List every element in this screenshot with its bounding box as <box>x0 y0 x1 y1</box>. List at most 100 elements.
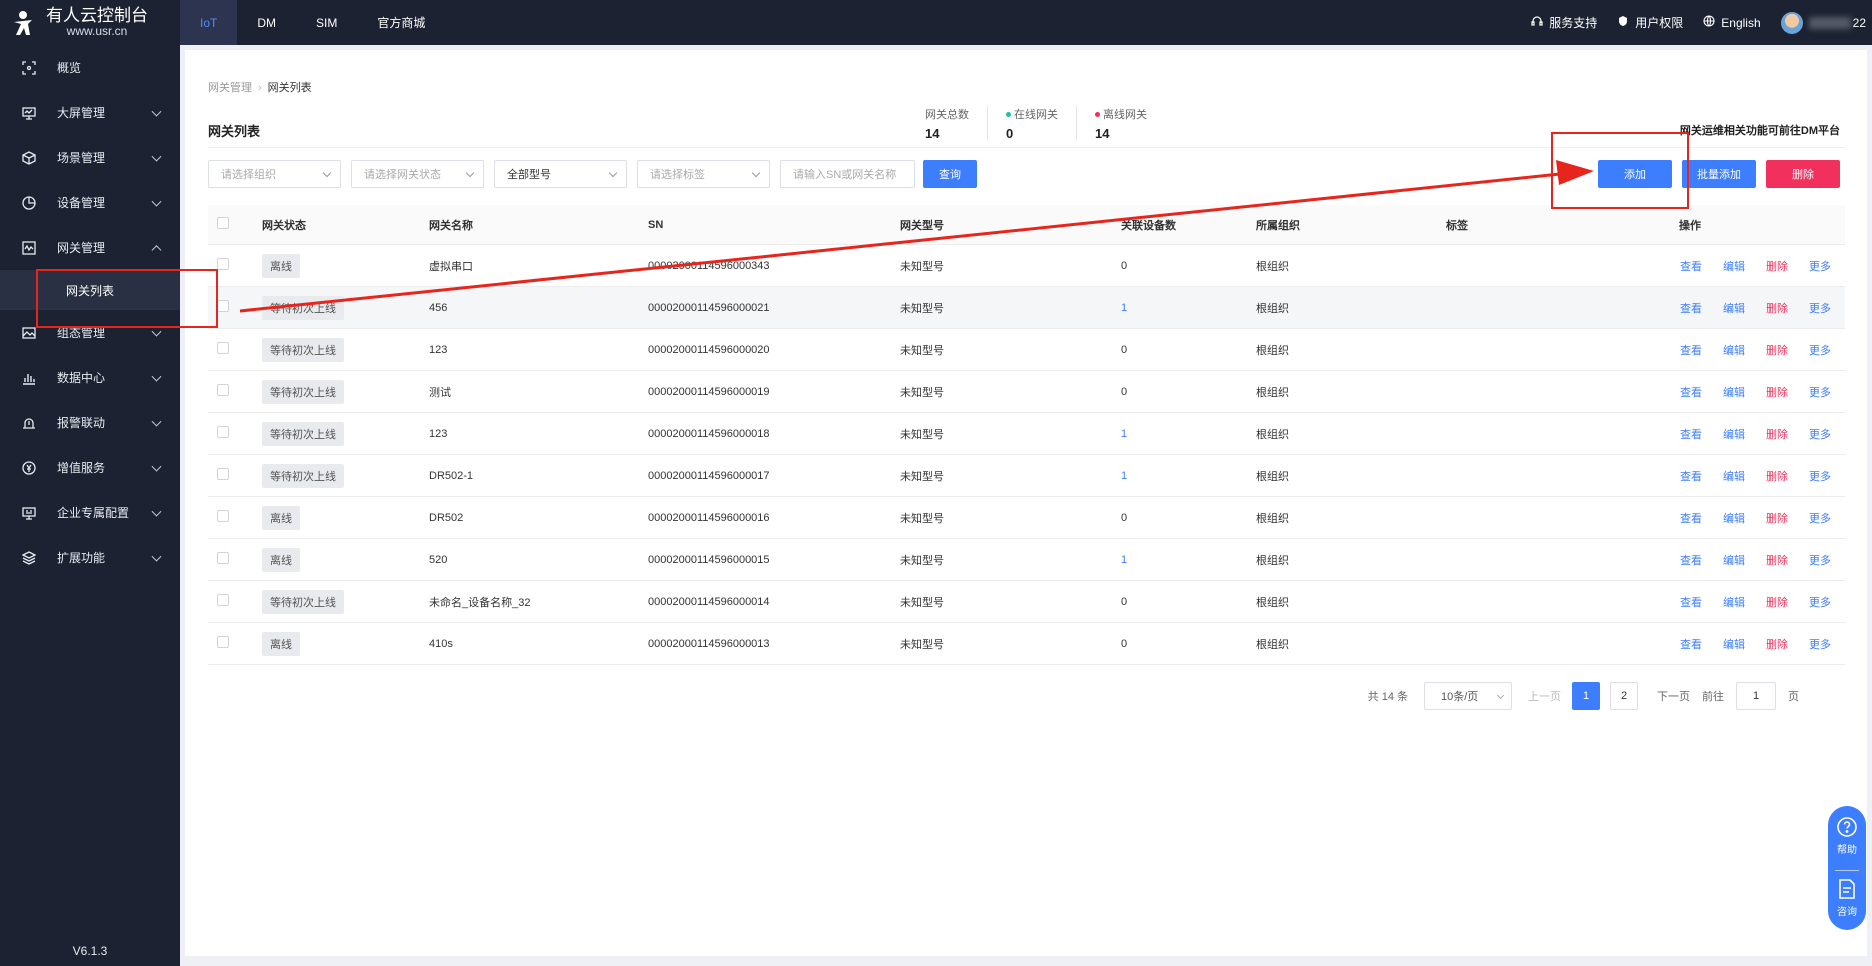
row-checkbox[interactable] <box>217 636 229 648</box>
dm-platform-note[interactable]: 网关运维相关功能可前往DM平台 <box>1680 122 1840 138</box>
view-link[interactable]: 查看 <box>1680 384 1702 400</box>
row-checkbox[interactable] <box>217 594 229 606</box>
org-select[interactable]: 请选择组织 <box>208 160 341 188</box>
row-checkbox[interactable] <box>217 342 229 354</box>
sidebar-item-gateway[interactable]: 网关管理 <box>0 225 180 270</box>
row-checkbox[interactable] <box>217 300 229 312</box>
delete-link[interactable]: 删除 <box>1766 636 1788 652</box>
add-button[interactable]: 添加 <box>1598 160 1672 188</box>
permissions-link[interactable]: 用户权限 <box>1617 14 1683 31</box>
tag-select[interactable]: 请选择标签 <box>637 160 770 188</box>
more-link[interactable]: 更多 <box>1809 594 1831 610</box>
more-link[interactable]: 更多 <box>1809 342 1831 358</box>
view-link[interactable]: 查看 <box>1680 636 1702 652</box>
delete-link[interactable]: 删除 <box>1766 468 1788 484</box>
more-link[interactable]: 更多 <box>1809 258 1831 274</box>
breadcrumb-parent[interactable]: 网关管理 <box>208 82 252 94</box>
edit-link[interactable]: 编辑 <box>1723 552 1745 568</box>
delete-button[interactable]: 删除 <box>1766 160 1840 188</box>
tab-official-store[interactable]: 官方商城 <box>357 0 445 45</box>
chevron-down-icon <box>151 196 162 207</box>
edit-link[interactable]: 编辑 <box>1723 510 1745 526</box>
sidebar-item-enterprise[interactable]: 企业专属配置 <box>0 490 180 535</box>
more-link[interactable]: 更多 <box>1809 468 1831 484</box>
consult-button[interactable]: 咨询 <box>1837 878 1857 930</box>
edit-link[interactable]: 编辑 <box>1723 342 1745 358</box>
sidebar-item-device[interactable]: 设备管理 <box>0 180 180 225</box>
logo[interactable]: 有人云控制台 www.usr.cn <box>0 0 180 45</box>
row-checkbox[interactable] <box>217 510 229 522</box>
delete-link[interactable]: 删除 <box>1766 258 1788 274</box>
sidebar-item-data-center[interactable]: 数据中心 <box>0 355 180 400</box>
view-link[interactable]: 查看 <box>1680 510 1702 526</box>
view-link[interactable]: 查看 <box>1680 342 1702 358</box>
next-page-button[interactable]: 下一页 <box>1657 688 1690 704</box>
tab-sim[interactable]: SIM <box>296 0 357 45</box>
edit-link[interactable]: 编辑 <box>1723 594 1745 610</box>
view-link[interactable]: 查看 <box>1680 426 1702 442</box>
sidebar-item-alarm[interactable]: 报警联动 <box>0 400 180 445</box>
tab-dm[interactable]: DM <box>237 0 296 45</box>
sidebar-item-label: 大屏管理 <box>57 106 106 120</box>
view-link[interactable]: 查看 <box>1680 468 1702 484</box>
language-link[interactable]: English <box>1703 15 1761 30</box>
more-link[interactable]: 更多 <box>1809 384 1831 400</box>
delete-link[interactable]: 删除 <box>1766 594 1788 610</box>
cell-org: 根组织 <box>1256 428 1289 441</box>
status-select[interactable]: 请选择网关状态 <box>351 160 484 188</box>
username-blurred <box>1808 16 1851 29</box>
batch-add-button[interactable]: 批量添加 <box>1682 160 1756 188</box>
sidebar-item-bigscreen[interactable]: 大屏管理 <box>0 90 180 135</box>
delete-link[interactable]: 删除 <box>1766 384 1788 400</box>
sidebar-subitem-gateway-list[interactable]: 网关列表 <box>0 270 180 310</box>
help-button[interactable]: 帮助 <box>1836 816 1858 868</box>
sidebar-item-overview[interactable]: 概览 <box>0 45 180 90</box>
cell-device-count[interactable]: 1 <box>1121 428 1256 440</box>
row-checkbox[interactable] <box>217 468 229 480</box>
sidebar-item-scene[interactable]: 场景管理 <box>0 135 180 180</box>
view-link[interactable]: 查看 <box>1680 552 1702 568</box>
row-checkbox[interactable] <box>217 426 229 438</box>
page-2-button[interactable]: 2 <box>1610 682 1638 710</box>
more-link[interactable]: 更多 <box>1809 510 1831 526</box>
select-all-checkbox[interactable] <box>217 217 229 229</box>
delete-link[interactable]: 删除 <box>1766 510 1788 526</box>
model-select[interactable]: 全部型号 <box>494 160 627 188</box>
row-checkbox[interactable] <box>217 384 229 396</box>
sidebar-item-configuration[interactable]: 组态管理 <box>0 310 180 355</box>
view-link[interactable]: 查看 <box>1680 258 1702 274</box>
delete-link[interactable]: 删除 <box>1766 300 1788 316</box>
prev-page-button[interactable]: 上一页 <box>1528 688 1561 704</box>
row-checkbox[interactable] <box>217 552 229 564</box>
delete-link[interactable]: 删除 <box>1766 426 1788 442</box>
cell-device-count[interactable]: 1 <box>1121 470 1256 482</box>
delete-link[interactable]: 删除 <box>1766 552 1788 568</box>
tab-iot[interactable]: IoT <box>180 0 238 45</box>
sidebar-item-extensions[interactable]: 扩展功能 <box>0 535 180 580</box>
goto-page-input[interactable]: 1 <box>1736 682 1776 710</box>
more-link[interactable]: 更多 <box>1809 552 1831 568</box>
view-link[interactable]: 查看 <box>1680 594 1702 610</box>
edit-link[interactable]: 编辑 <box>1723 636 1745 652</box>
page-size-select[interactable]: 10条/页 <box>1424 682 1512 710</box>
edit-link[interactable]: 编辑 <box>1723 384 1745 400</box>
support-link[interactable]: 服务支持 <box>1531 14 1597 31</box>
search-input[interactable]: 请输入SN或网关名称 <box>780 160 915 188</box>
view-link[interactable]: 查看 <box>1680 300 1702 316</box>
edit-link[interactable]: 编辑 <box>1723 468 1745 484</box>
query-button[interactable]: 查询 <box>923 160 977 188</box>
delete-link[interactable]: 删除 <box>1766 342 1788 358</box>
user-menu[interactable]: 22 <box>1780 11 1866 34</box>
row-checkbox[interactable] <box>217 258 229 270</box>
sidebar-item-value-added[interactable]: 增值服务 <box>0 445 180 490</box>
cell-device-count[interactable]: 1 <box>1121 554 1256 566</box>
page-1-button[interactable]: 1 <box>1572 682 1600 710</box>
more-link[interactable]: 更多 <box>1809 426 1831 442</box>
edit-link[interactable]: 编辑 <box>1723 300 1745 316</box>
cell-device-count[interactable]: 1 <box>1121 302 1256 314</box>
status-select-placeholder: 请选择网关状态 <box>364 169 441 181</box>
edit-link[interactable]: 编辑 <box>1723 426 1745 442</box>
edit-link[interactable]: 编辑 <box>1723 258 1745 274</box>
more-link[interactable]: 更多 <box>1809 300 1831 316</box>
more-link[interactable]: 更多 <box>1809 636 1831 652</box>
